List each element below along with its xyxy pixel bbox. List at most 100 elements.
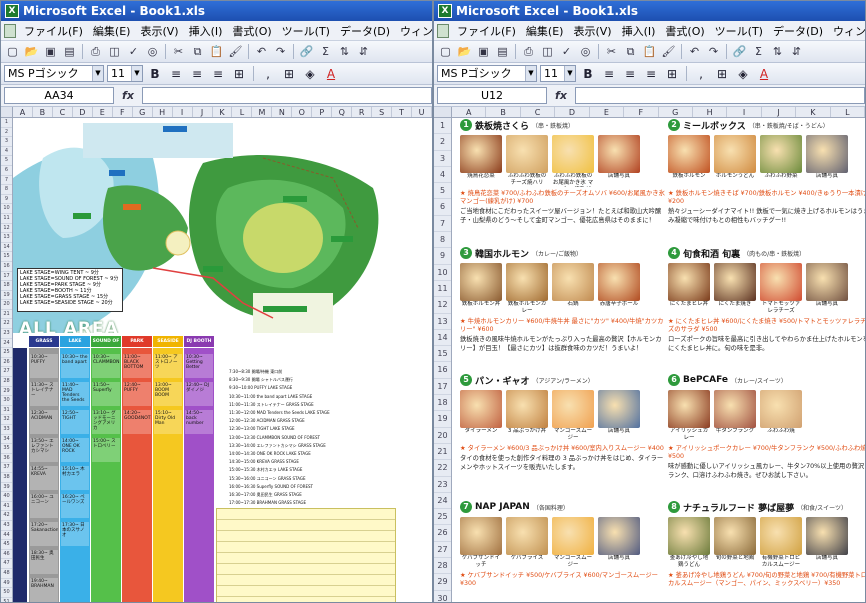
timetable-slot[interactable]: 13:10~ グッドモーニングアメリカ	[92, 410, 120, 434]
row-header[interactable]: 21	[434, 444, 451, 461]
food-photo[interactable]: 旬の野菜と地鶏	[714, 517, 756, 569]
name-box[interactable]: AA34	[4, 87, 114, 104]
food-photo[interactable]: 鉄板ホルモンカレー	[506, 263, 548, 315]
row-header[interactable]: 8	[434, 232, 451, 249]
cut-icon[interactable]: ✂	[603, 43, 620, 60]
timetable-slot[interactable]: 17:20~ Sakanaction	[30, 522, 58, 546]
row-header[interactable]: 19	[1, 291, 12, 301]
print-icon[interactable]: ⎙	[520, 43, 537, 60]
column-header[interactable]: J	[762, 107, 797, 117]
row-header[interactable]: 22	[1, 319, 12, 330]
format-painter-icon[interactable]: 🖌	[660, 43, 677, 60]
timetable-slot[interactable]: 15:10~ 木村カエラ	[61, 466, 89, 490]
food-photo[interactable]: 店舗写真	[806, 135, 848, 187]
paste-icon[interactable]: 📋	[208, 43, 225, 60]
font-color-icon[interactable]: A	[755, 65, 773, 83]
row-header[interactable]: 34	[1, 435, 12, 445]
row-header[interactable]: 28	[1, 377, 12, 387]
worksheet-grid[interactable]: ABCDEFGHIJKL 1 2 3 4 5 6 7 8 9 10 11 12 13 14 15 16 17 18…	[434, 107, 865, 602]
menu-insert[interactable]: 挿入(I)	[617, 23, 661, 39]
timetable-slot[interactable]: 16:20~ ペールワンズ	[61, 494, 89, 518]
row-header[interactable]: 37	[1, 463, 12, 473]
row-header[interactable]: 2	[1, 128, 12, 138]
row-header[interactable]: 7	[434, 216, 451, 233]
column-header[interactable]: C	[53, 107, 73, 117]
menu-tools[interactable]: ツール(T)	[277, 23, 335, 39]
cut-icon[interactable]: ✂	[170, 43, 187, 60]
timetable-slot[interactable]: 11:00~ アストロノーツ	[154, 354, 182, 378]
column-header[interactable]: E	[590, 107, 625, 117]
timetable-slot[interactable]: 12:40~ PUFFY	[123, 382, 151, 406]
new-file-icon[interactable]: ▢	[4, 43, 21, 60]
open-folder-icon[interactable]: 📂	[456, 43, 473, 60]
food-photo[interactable]: ふわふわ鉄板のお尾風かき氷 マンゴー(練乳がけ)	[552, 135, 594, 187]
row-header[interactable]: 38	[1, 473, 12, 483]
column-header[interactable]: B	[33, 107, 53, 117]
row-header[interactable]: 6	[1, 166, 12, 176]
row-header[interactable]: 50	[1, 588, 12, 598]
timetable-slot[interactable]: 12:30~ ACIDMAN	[30, 410, 58, 434]
row-header[interactable]: 45	[1, 540, 12, 550]
food-photo[interactable]: 釜あげ冷やし地鶏うどん	[668, 517, 710, 569]
align-right-icon[interactable]: ≡	[209, 65, 227, 83]
autosum-icon[interactable]: Σ	[317, 43, 334, 60]
row-header[interactable]: 35	[1, 444, 12, 454]
food-photo[interactable]: にくたま焼き	[714, 263, 756, 315]
row-header[interactable]: 14	[434, 330, 451, 347]
row-header[interactable]: 21	[1, 310, 12, 320]
print-icon[interactable]: ⎙	[87, 43, 104, 60]
undo-icon[interactable]: ↶	[253, 43, 270, 60]
menu-format[interactable]: 書式(O)	[660, 23, 709, 39]
menu-data[interactable]: データ(D)	[768, 23, 828, 39]
menu-tools[interactable]: ツール(T)	[710, 23, 768, 39]
font-size-select[interactable]: 11 ▼	[107, 65, 143, 82]
row-header[interactable]: 25	[1, 348, 12, 358]
row-header[interactable]: 31	[1, 406, 12, 416]
column-header[interactable]: R	[352, 107, 373, 117]
column-header[interactable]: G	[133, 107, 153, 117]
column-header[interactable]: M	[252, 107, 273, 117]
hyperlink-icon[interactable]: 🔗	[298, 43, 315, 60]
timetable-slot[interactable]: 11:40~ MAD Tenders the Seeds	[61, 382, 89, 406]
row-header[interactable]: 28	[434, 558, 451, 575]
column-header[interactable]: I	[727, 107, 762, 117]
column-header[interactable]: C	[521, 107, 556, 117]
copy-icon[interactable]: ⧉	[622, 43, 639, 60]
worksheet-grid[interactable]: ABCDEFGHIJKLMNOPQRSTU 1 2 3 4 5 6 7 8 9 10 11 12 13 1…	[1, 107, 432, 602]
timetable-slot[interactable]: 16:00~ ユニコーン	[30, 494, 58, 518]
row-header[interactable]: 42	[1, 511, 12, 521]
fill-color-icon[interactable]: ◈	[301, 65, 319, 83]
column-header[interactable]: U	[412, 107, 432, 117]
column-header[interactable]: D	[555, 107, 590, 117]
workbook-icon[interactable]	[4, 23, 16, 38]
row-header[interactable]: 4	[1, 147, 12, 157]
sort-asc-icon[interactable]: ⇅	[336, 43, 353, 60]
sort-desc-icon[interactable]: ⇵	[355, 43, 372, 60]
timetable-slot[interactable]: 10:30~ Getting Better	[185, 354, 213, 378]
menu-edit[interactable]: 編集(E)	[88, 23, 136, 39]
row-header[interactable]: 30	[434, 591, 451, 602]
row-header[interactable]: 4	[434, 167, 451, 184]
timetable-slot[interactable]: 10:30~ PUFFY	[30, 354, 58, 378]
column-header[interactable]: Q	[332, 107, 353, 117]
row-header[interactable]: 47	[1, 559, 12, 569]
undo-icon[interactable]: ↶	[686, 43, 703, 60]
food-photo[interactable]	[806, 390, 848, 442]
timetable-slot[interactable]: 10:30~ the band apart	[61, 354, 89, 378]
row-header[interactable]: 16	[434, 362, 451, 379]
food-photo[interactable]: トマトモッツァレラチーズ	[760, 263, 802, 315]
food-photo[interactable]: アイリッシュカレー	[668, 390, 710, 442]
timetable-slot[interactable]: 19:40~ BRAHMAN	[30, 578, 58, 602]
row-header[interactable]: 18	[434, 395, 451, 412]
row-header[interactable]: 17	[1, 272, 12, 282]
food-photo[interactable]: にくたまヒレ丼	[668, 263, 710, 315]
column-header[interactable]: N	[272, 107, 293, 117]
row-header[interactable]: 12	[1, 224, 12, 234]
menu-format[interactable]: 書式(O)	[227, 23, 276, 39]
row-header[interactable]: 15	[434, 346, 451, 363]
open-folder-icon[interactable]: 📂	[23, 43, 40, 60]
timetable-slot[interactable]: 13:00~ BOOM BOOM	[154, 382, 182, 406]
row-header[interactable]: 12	[434, 297, 451, 314]
merge-center-icon[interactable]: ⊞	[663, 65, 681, 83]
row-header[interactable]: 22	[434, 460, 451, 477]
